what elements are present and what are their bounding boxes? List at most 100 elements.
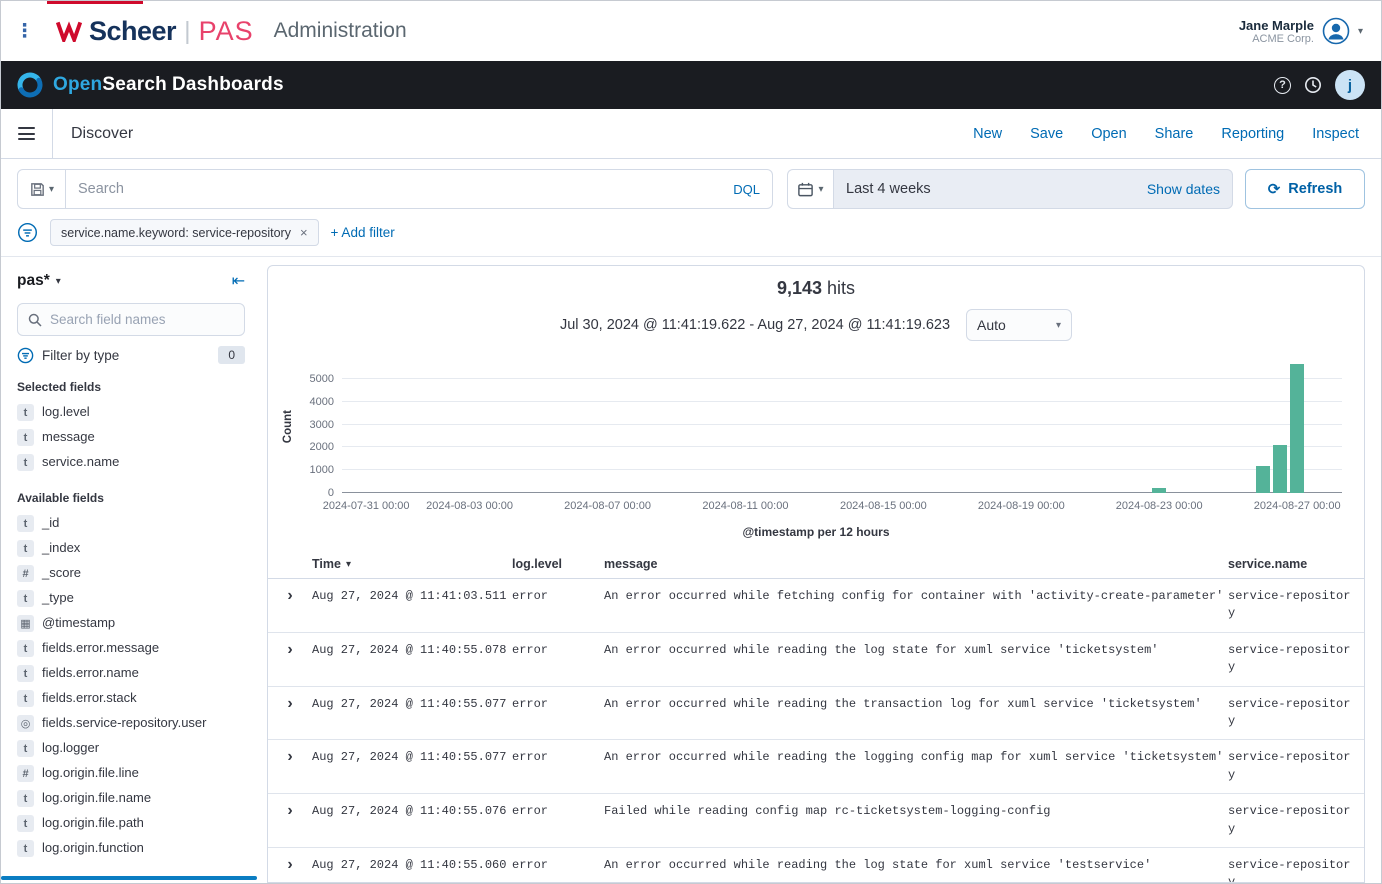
- y-tick-label: 2000: [310, 441, 334, 453]
- column-header-message[interactable]: message: [604, 557, 1224, 571]
- table-row[interactable]: › Aug 27, 2024 @ 11:41:03.511 error An e…: [268, 579, 1364, 633]
- discover-panel: 9,143 hits Jul 30, 2024 @ 11:41:19.622 -…: [267, 265, 1365, 883]
- expand-row-icon[interactable]: ›: [272, 696, 308, 731]
- y-axis: 010002000300040005000: [296, 361, 342, 493]
- app-switcher-icon[interactable]: ⋮: [15, 20, 34, 43]
- collapse-sidebar-icon[interactable]: ⇤: [232, 271, 245, 291]
- field-name: fields.service-repository.user: [42, 715, 206, 732]
- field-item[interactable]: # _score: [17, 561, 245, 586]
- field-type-icon: t: [17, 640, 34, 657]
- expand-row-icon[interactable]: ›: [272, 642, 308, 677]
- column-header-servicename[interactable]: service.name: [1228, 557, 1356, 571]
- interval-select[interactable]: Auto ▾: [966, 309, 1072, 341]
- refresh-button[interactable]: ⟳ Refresh: [1245, 169, 1365, 209]
- expand-row-icon[interactable]: ›: [272, 588, 308, 623]
- search-icon: [28, 313, 42, 327]
- field-item[interactable]: t log.origin.file.name: [17, 786, 245, 811]
- remove-filter-icon[interactable]: ×: [300, 225, 308, 240]
- chevron-down-icon: ▾: [1358, 26, 1363, 37]
- quick-select-date-button[interactable]: ▾: [787, 169, 833, 209]
- help-icon[interactable]: ?: [1274, 77, 1291, 94]
- show-dates-button[interactable]: Show dates: [1147, 181, 1220, 197]
- cell-loglevel: error: [512, 696, 600, 731]
- histogram-bar[interactable]: [1256, 466, 1270, 493]
- field-item[interactable]: t _index: [17, 536, 245, 561]
- table-row[interactable]: › Aug 27, 2024 @ 11:40:55.076 error Fail…: [268, 794, 1364, 848]
- opensearch-logo[interactable]: OpenSearchDashboards: [17, 72, 284, 98]
- field-type-icon: t: [17, 840, 34, 857]
- field-name: _score: [42, 565, 81, 582]
- time-range-value[interactable]: Last 4 weeks: [846, 181, 1147, 197]
- cell-time: Aug 27, 2024 @ 11:40:55.076: [312, 803, 508, 838]
- hits-count: 9,143 hits: [268, 266, 1364, 299]
- filter-by-type-button[interactable]: Filter by type 0: [17, 346, 245, 364]
- cell-servicename: service-repository: [1228, 642, 1356, 677]
- sidebar-scrollbar[interactable]: [1, 876, 257, 880]
- field-item[interactable]: t log.level: [17, 400, 245, 425]
- refresh-icon: ⟳: [1268, 180, 1281, 198]
- histogram-bar[interactable]: [1290, 364, 1304, 493]
- user-menu[interactable]: Jane Marple ACME Corp. ▾: [1239, 17, 1363, 45]
- index-pattern-selector[interactable]: pas*: [17, 272, 50, 290]
- y-tick-label: 0: [328, 487, 334, 499]
- field-item[interactable]: # log.origin.file.line: [17, 761, 245, 786]
- field-item[interactable]: ▦ @timestamp: [17, 611, 245, 636]
- field-item[interactable]: t fields.error.message: [17, 636, 245, 661]
- field-item[interactable]: t service.name: [17, 450, 245, 475]
- x-tick-label: 2024-07-31 00:00: [323, 500, 410, 512]
- available-fields-title: Available fields: [17, 491, 245, 505]
- filter-pill[interactable]: service.name.keyword: service-repository…: [50, 219, 319, 246]
- table-row[interactable]: › Aug 27, 2024 @ 11:40:55.060 error An e…: [268, 848, 1364, 882]
- search-input[interactable]: Search DQL: [66, 169, 773, 209]
- expand-row-icon[interactable]: ›: [272, 749, 308, 784]
- field-type-icon: t: [17, 515, 34, 532]
- menu-icon[interactable]: [1, 109, 53, 158]
- field-item[interactable]: t message: [17, 425, 245, 450]
- column-header-time[interactable]: Time ▾: [312, 557, 508, 571]
- chevron-down-icon: ▾: [49, 184, 54, 195]
- field-type-icon: t: [17, 404, 34, 421]
- recent-items-icon[interactable]: [1304, 76, 1322, 94]
- nav-link[interactable]: Share: [1155, 126, 1194, 142]
- saved-queries-button[interactable]: ▾: [17, 169, 66, 209]
- field-item[interactable]: t _id: [17, 511, 245, 536]
- field-type-icon: ◎: [17, 715, 34, 732]
- time-range-display: Jul 30, 2024 @ 11:41:19.622 - Aug 27, 20…: [560, 317, 950, 333]
- histogram-bar[interactable]: [1273, 445, 1287, 493]
- table-row[interactable]: › Aug 27, 2024 @ 11:40:55.078 error An e…: [268, 633, 1364, 687]
- add-filter-button[interactable]: + Add filter: [331, 225, 395, 240]
- table-row[interactable]: › Aug 27, 2024 @ 11:40:55.077 error An e…: [268, 740, 1364, 794]
- column-header-loglevel[interactable]: log.level: [512, 557, 600, 571]
- histogram-bar[interactable]: [1152, 488, 1166, 493]
- time-range-picker[interactable]: Last 4 weeks Show dates: [833, 169, 1233, 209]
- osd-avatar[interactable]: j: [1335, 70, 1365, 100]
- field-item[interactable]: t log.logger: [17, 736, 245, 761]
- nav-link[interactable]: Inspect: [1312, 126, 1359, 142]
- query-language-button[interactable]: DQL: [733, 182, 760, 197]
- user-avatar-icon[interactable]: [1322, 17, 1350, 45]
- field-item[interactable]: t _type: [17, 586, 245, 611]
- nav-link[interactable]: Reporting: [1221, 126, 1284, 142]
- expand-row-icon[interactable]: ›: [272, 803, 308, 838]
- field-item[interactable]: t fields.error.name: [17, 661, 245, 686]
- nav-link[interactable]: Open: [1091, 126, 1126, 142]
- field-name: log.level: [42, 404, 90, 421]
- field-type-icon: t: [17, 665, 34, 682]
- brand-divider: |: [184, 17, 191, 46]
- x-tick-label: 2024-08-03 00:00: [426, 500, 513, 512]
- field-item[interactable]: t log.origin.function: [17, 836, 245, 861]
- filter-count-badge: 0: [218, 346, 245, 364]
- filter-icon[interactable]: [17, 222, 38, 243]
- page-title: Administration: [274, 19, 407, 43]
- field-item[interactable]: ◎ fields.service-repository.user: [17, 711, 245, 736]
- nav-link[interactable]: Save: [1030, 126, 1063, 142]
- gridline: [342, 424, 1342, 425]
- field-search-input[interactable]: Search field names: [17, 303, 245, 336]
- expand-row-icon[interactable]: ›: [272, 857, 308, 882]
- field-item[interactable]: t fields.error.stack: [17, 686, 245, 711]
- table-row[interactable]: › Aug 27, 2024 @ 11:40:55.077 error An e…: [268, 687, 1364, 741]
- nav-link[interactable]: New: [973, 126, 1002, 142]
- y-tick-label: 5000: [310, 373, 334, 385]
- field-type-icon: t: [17, 429, 34, 446]
- field-item[interactable]: t log.origin.file.path: [17, 811, 245, 836]
